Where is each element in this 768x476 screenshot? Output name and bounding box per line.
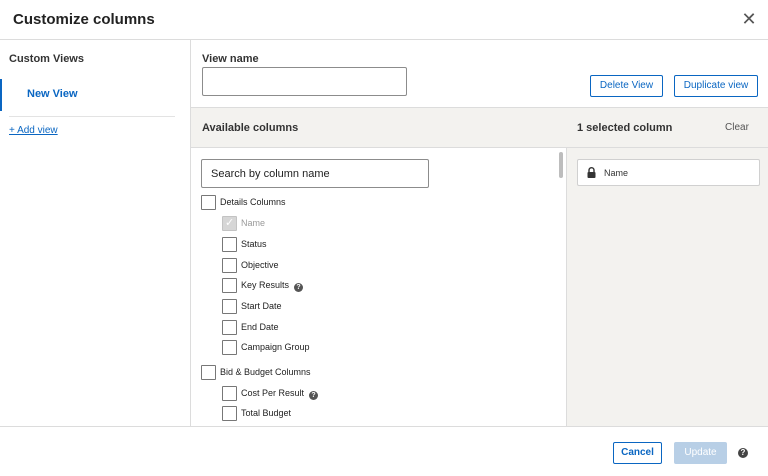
main-panel: View name Delete View Duplicate view Ava… bbox=[191, 40, 768, 426]
column-label: Objective bbox=[241, 260, 279, 270]
help-icon[interactable]: ? bbox=[309, 391, 319, 400]
dialog-header: Customize columns ✕ bbox=[0, 0, 768, 40]
selected-column-name: Name bbox=[577, 159, 760, 186]
group-label: Details Columns bbox=[220, 197, 286, 207]
checkbox[interactable] bbox=[201, 195, 216, 210]
column-label: Name bbox=[241, 218, 266, 228]
sidebar-title: Custom Views bbox=[9, 53, 84, 65]
update-button[interactable]: Update bbox=[674, 442, 727, 464]
view-name-input[interactable] bbox=[202, 67, 407, 96]
checkbox[interactable] bbox=[201, 365, 216, 380]
duplicate-view-button[interactable]: Duplicate view bbox=[674, 75, 758, 97]
column-label: Cost Per Result bbox=[241, 388, 305, 398]
dialog-title: Customize columns bbox=[13, 11, 155, 28]
clear-button[interactable]: Clear bbox=[725, 122, 749, 133]
cancel-button[interactable]: Cancel bbox=[613, 442, 662, 464]
column-label: Key Results bbox=[241, 280, 290, 290]
column-label-wrap: Key Results? bbox=[241, 280, 304, 292]
add-view-link[interactable]: + Add view bbox=[9, 125, 58, 136]
help-icon[interactable]: ? bbox=[294, 283, 304, 292]
column-label: End Date bbox=[241, 322, 279, 332]
checkbox[interactable] bbox=[222, 406, 237, 421]
sidebar: Custom Views New View + Add view bbox=[0, 40, 191, 426]
dialog-footer: Cancel Update ? bbox=[0, 426, 768, 476]
group-label: Bid & Budget Columns bbox=[220, 367, 311, 377]
checkbox[interactable] bbox=[222, 299, 237, 314]
delete-view-button[interactable]: Delete View bbox=[590, 75, 663, 97]
search-input[interactable] bbox=[201, 159, 429, 188]
column-label: Start Date bbox=[241, 301, 282, 311]
checkbox[interactable] bbox=[222, 340, 237, 355]
checkbox[interactable] bbox=[222, 320, 237, 335]
checkbox[interactable] bbox=[222, 258, 237, 273]
lock-icon bbox=[587, 167, 596, 178]
selected-count-title: 1 selected column bbox=[577, 122, 673, 134]
column-label: Campaign Group bbox=[241, 342, 310, 352]
checkbox bbox=[222, 216, 237, 231]
columns-header-bar: Available columns 1 selected column Clea… bbox=[191, 107, 768, 148]
scrollbar[interactable] bbox=[558, 148, 566, 426]
scrollbar-thumb[interactable] bbox=[559, 152, 563, 178]
available-columns-title: Available columns bbox=[202, 122, 299, 134]
checkbox[interactable] bbox=[222, 278, 237, 293]
sidebar-item-new-view[interactable]: New View bbox=[0, 79, 175, 111]
column-label: Total Budget bbox=[241, 408, 292, 418]
available-columns-list: Details Columns Name Status Objective Ke… bbox=[191, 148, 556, 426]
view-name-label: View name bbox=[202, 53, 259, 65]
checkbox[interactable] bbox=[222, 237, 237, 252]
column-label: Status bbox=[241, 239, 267, 249]
column-label-wrap: Cost Per Result? bbox=[241, 388, 319, 400]
checkbox[interactable] bbox=[222, 386, 237, 401]
close-icon[interactable]: ✕ bbox=[740, 9, 758, 29]
help-icon[interactable]: ? bbox=[738, 448, 748, 458]
sidebar-item-label: New View bbox=[27, 88, 78, 100]
selected-columns-panel: Name bbox=[566, 148, 768, 426]
divider bbox=[9, 116, 175, 117]
selected-column-label: Name bbox=[604, 168, 629, 178]
